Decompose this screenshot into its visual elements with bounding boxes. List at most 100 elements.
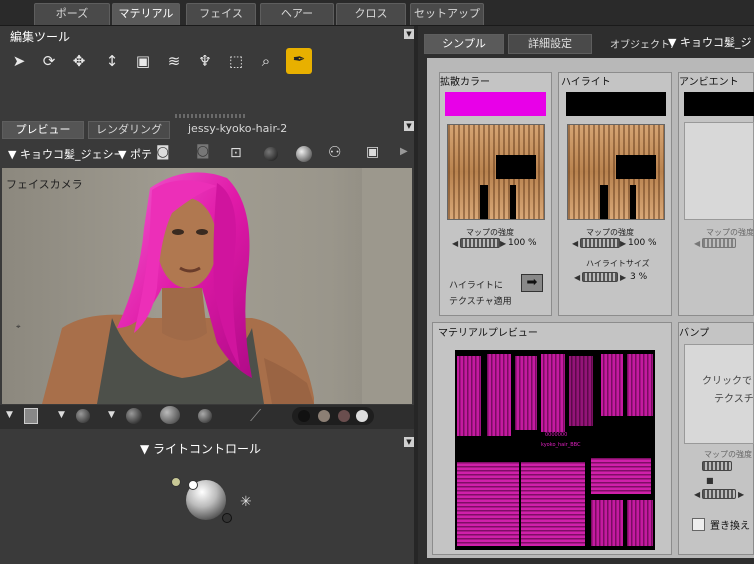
- tab-preview[interactable]: プレビュー: [2, 121, 84, 139]
- highlight-map-strength-label: マップの強度: [586, 228, 634, 237]
- texture-label-1: 0000000: [545, 432, 568, 438]
- chevron-down-icon: ▼: [118, 148, 130, 161]
- object-label: オブジェクト:: [610, 40, 674, 51]
- object-select[interactable]: ▼ キョウコ髪_ジ: [668, 34, 751, 50]
- ambient-color-swatch[interactable]: [684, 92, 754, 116]
- preview-viewport[interactable]: フェイスカメラ ⌖: [2, 168, 412, 404]
- slider-left-arrow-icon[interactable]: ◀: [694, 490, 700, 499]
- shading-style-icon[interactable]: [76, 409, 90, 423]
- tab-rendering[interactable]: レンダリング: [88, 121, 170, 139]
- select-region-icon[interactable]: ⬚: [225, 50, 247, 72]
- zoom-icon[interactable]: ⌕: [255, 50, 277, 72]
- new-light-icon[interactable]: ✳: [240, 494, 252, 510]
- bump-label: バンプ: [679, 328, 710, 339]
- texture-label-2: kyoko_hair_BBC: [541, 442, 581, 448]
- panel-resize-handle[interactable]: [175, 114, 245, 118]
- highlight-color-swatch[interactable]: [566, 92, 666, 116]
- rotate-icon[interactable]: ⟳: [38, 50, 60, 72]
- scroll-right-icon[interactable]: ▶: [400, 146, 408, 157]
- tab-setup[interactable]: セットアップ: [410, 3, 484, 25]
- material-preview-image: 0000000 kyoko_hair_BBC: [455, 350, 655, 550]
- slider-right-arrow-icon[interactable]: ▶: [500, 239, 506, 248]
- bump-map-strength-slider[interactable]: [702, 461, 732, 471]
- light-handle-3[interactable]: [222, 513, 232, 523]
- material-preview-label: マテリアルプレビュー: [438, 328, 538, 339]
- collapse-preview-button[interactable]: ▼: [404, 121, 414, 131]
- slider-left-arrow-icon[interactable]: ◀: [452, 239, 458, 248]
- light-control-title[interactable]: ▼ ライトコントロール: [140, 440, 261, 457]
- chevron-down-icon[interactable]: ▼: [6, 410, 13, 420]
- highlight-map-strength-slider[interactable]: [580, 238, 620, 248]
- ground-shadow-icon[interactable]: [126, 408, 142, 424]
- taper-icon[interactable]: ≋: [163, 50, 185, 72]
- line-tool-icon[interactable]: ⟋: [250, 406, 261, 426]
- swatch-black[interactable]: [298, 410, 310, 422]
- slider-left-arrow-icon[interactable]: ◀: [572, 239, 578, 248]
- bump-amount-slider[interactable]: [702, 489, 736, 499]
- highlight-label: ハイライト: [561, 77, 611, 88]
- collapse-editing-tools-button[interactable]: ▼: [404, 29, 414, 39]
- diffuse-texture-thumbnail[interactable]: [447, 124, 545, 220]
- diffuse-map-strength-value: 100 %: [508, 238, 537, 248]
- texture-shading-icon[interactable]: [296, 146, 312, 162]
- tab-cloth[interactable]: クロス: [336, 3, 406, 25]
- top-tab-bar: ポーズ マテリアル フェイス ヘアー クロス セットアップ: [0, 0, 754, 26]
- light-handle-1[interactable]: [171, 477, 181, 487]
- apply-texture-label-2: テクスチャ適用: [449, 297, 512, 307]
- apply-texture-label-1: ハイライトに: [449, 281, 503, 291]
- camera-icon[interactable]: ◙: [156, 144, 176, 160]
- move-icon[interactable]: ✥: [68, 50, 90, 72]
- editing-tools-title: 編集ツール: [10, 30, 71, 44]
- highlight-size-value: 3 %: [630, 272, 648, 282]
- tab-face[interactable]: フェイス: [186, 3, 256, 25]
- replace-checkbox[interactable]: [692, 518, 705, 531]
- slider-right-arrow-icon[interactable]: ▶: [620, 239, 626, 248]
- chevron-down-icon[interactable]: ▼: [58, 410, 65, 420]
- bump-click-text-1: クリックで: [702, 376, 752, 387]
- highlight-size-slider[interactable]: [582, 272, 618, 282]
- diffuse-color-swatch[interactable]: [445, 92, 546, 116]
- apply-texture-to-highlight-button[interactable]: ➡: [521, 274, 543, 292]
- pointer-icon[interactable]: ➤: [8, 50, 30, 72]
- eyedropper-icon[interactable]: ✒: [286, 48, 312, 74]
- light-handle-2[interactable]: [188, 480, 198, 490]
- swatch-brown[interactable]: [338, 410, 350, 422]
- tab-material[interactable]: マテリアル: [112, 3, 180, 25]
- figure-select[interactable]: ▼ キョウコ髪_ジェシー: [8, 146, 124, 162]
- tab-hair[interactable]: ヘアー: [260, 3, 334, 25]
- render-camera-icon[interactable]: ⊡: [230, 145, 250, 161]
- scale-icon[interactable]: ▣: [132, 50, 154, 72]
- tab-simple[interactable]: シンプル: [424, 34, 504, 54]
- grab-icon[interactable]: ♆: [194, 50, 216, 72]
- diffuse-map-strength-slider[interactable]: [460, 238, 500, 248]
- multi-sphere-icon[interactable]: [160, 406, 180, 424]
- video-camera-icon[interactable]: ▣: [366, 144, 379, 160]
- highlight-texture-thumbnail[interactable]: [567, 124, 665, 220]
- chevron-down-icon: ▼: [668, 36, 680, 49]
- slider-left-arrow-icon[interactable]: ◀: [694, 239, 700, 248]
- document-name: jessy-kyoko-hair-2: [188, 122, 288, 135]
- smooth-shading-icon[interactable]: [264, 147, 278, 161]
- chevron-down-icon[interactable]: ▼: [108, 410, 115, 420]
- slider-right-arrow-icon[interactable]: ▶: [738, 490, 744, 499]
- replace-label: 置き換え: [710, 521, 750, 532]
- box-style-icon[interactable]: [24, 408, 38, 424]
- lit-sphere-icon[interactable]: [198, 409, 212, 423]
- figure-camera-icon[interactable]: ⚇: [328, 143, 341, 161]
- collapse-light-button[interactable]: ▼: [404, 437, 414, 447]
- highlight-map-strength-value: 100 %: [628, 238, 657, 248]
- tab-advanced[interactable]: 詳細設定: [508, 34, 592, 54]
- bump-click-text-2: テクスチ: [714, 394, 754, 405]
- character-render: [2, 168, 412, 404]
- translate-icon[interactable]: ↕: [101, 50, 123, 72]
- tab-pose[interactable]: ポーズ: [34, 3, 110, 25]
- swatch-tan[interactable]: [318, 410, 330, 422]
- ambient-map-strength-slider[interactable]: [702, 238, 736, 248]
- camera-select[interactable]: ▼ ポテ: [118, 146, 152, 162]
- swatch-white[interactable]: [356, 410, 368, 422]
- camera-disabled-icon: ◙: [196, 143, 210, 159]
- slider-left-arrow-icon[interactable]: ◀: [574, 273, 580, 282]
- highlight-size-label: ハイライトサイズ: [586, 259, 650, 268]
- slider-right-arrow-icon[interactable]: ▶: [620, 273, 626, 282]
- ambient-texture-placeholder[interactable]: [684, 122, 754, 220]
